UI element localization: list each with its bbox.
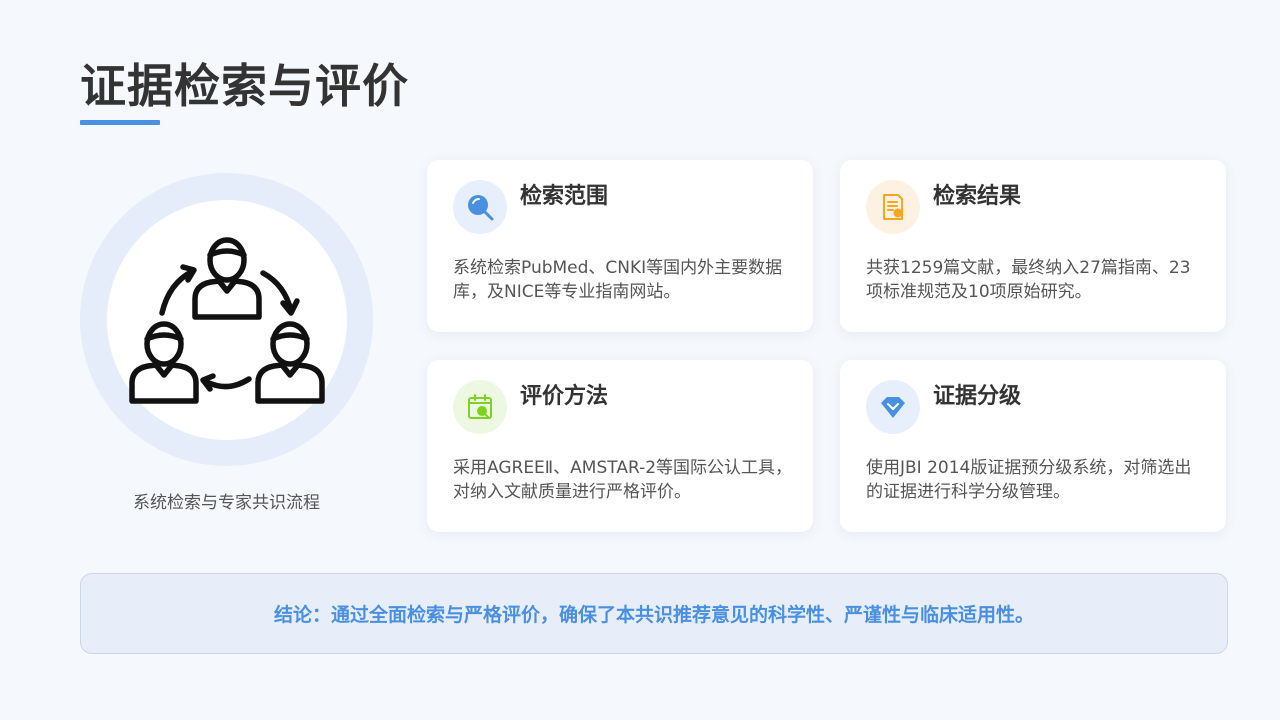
card-search-results: 检索结果 共获1259篇文献，最终纳入27篇指南、23项标准规范及10项原始研究… [840,160,1226,332]
illustration-caption: 系统检索与专家共识流程 [133,493,320,513]
card-body: 使用JBI 2014版证据预分级系统，对筛选出的证据进行科学分级管理。 [866,458,1192,502]
card-evidence-grading: 证据分级 使用JBI 2014版证据预分级系统，对筛选出的证据进行科学分级管理。 [840,360,1226,532]
card-title: 检索结果 [933,184,1022,209]
card-title: 评价方法 [520,384,609,409]
conclusion-text: 结论：通过全面检索与严格评价，确保了本共识推荐意见的科学性、严谨性与临床适用性。 [273,604,1034,626]
card-title: 证据分级 [933,384,1022,409]
card-body: 采用AGREEⅡ、AMSTAR-2等国际公认工具，对纳入文献质量进行严格评价。 [453,458,793,502]
team-cycle-icon [129,237,325,404]
card-evaluation-method: 评价方法 采用AGREEⅡ、AMSTAR-2等国际公认工具，对纳入文献质量进行严… [427,360,813,532]
diamond-icon [866,380,920,434]
calendar-check-icon [453,380,507,434]
search-icon [453,180,507,234]
page-title: 证据检索与评价 [80,59,409,113]
card-title: 检索范围 [520,184,609,209]
title-underline [80,120,160,125]
document-icon [866,180,920,234]
card-search-scope: 检索范围 系统检索PubMed、CNKI等国内外主要数据库，及NICE等专业指南… [427,160,813,332]
card-body: 共获1259篇文献，最终纳入27篇指南、23项标准规范及10项原始研究。 [866,258,1191,302]
card-body: 系统检索PubMed、CNKI等国内外主要数据库，及NICE等专业指南网站。 [453,258,783,302]
conclusion-box: 结论：通过全面检索与严格评价，确保了本共识推荐意见的科学性、严谨性与临床适用性。 [80,573,1228,654]
